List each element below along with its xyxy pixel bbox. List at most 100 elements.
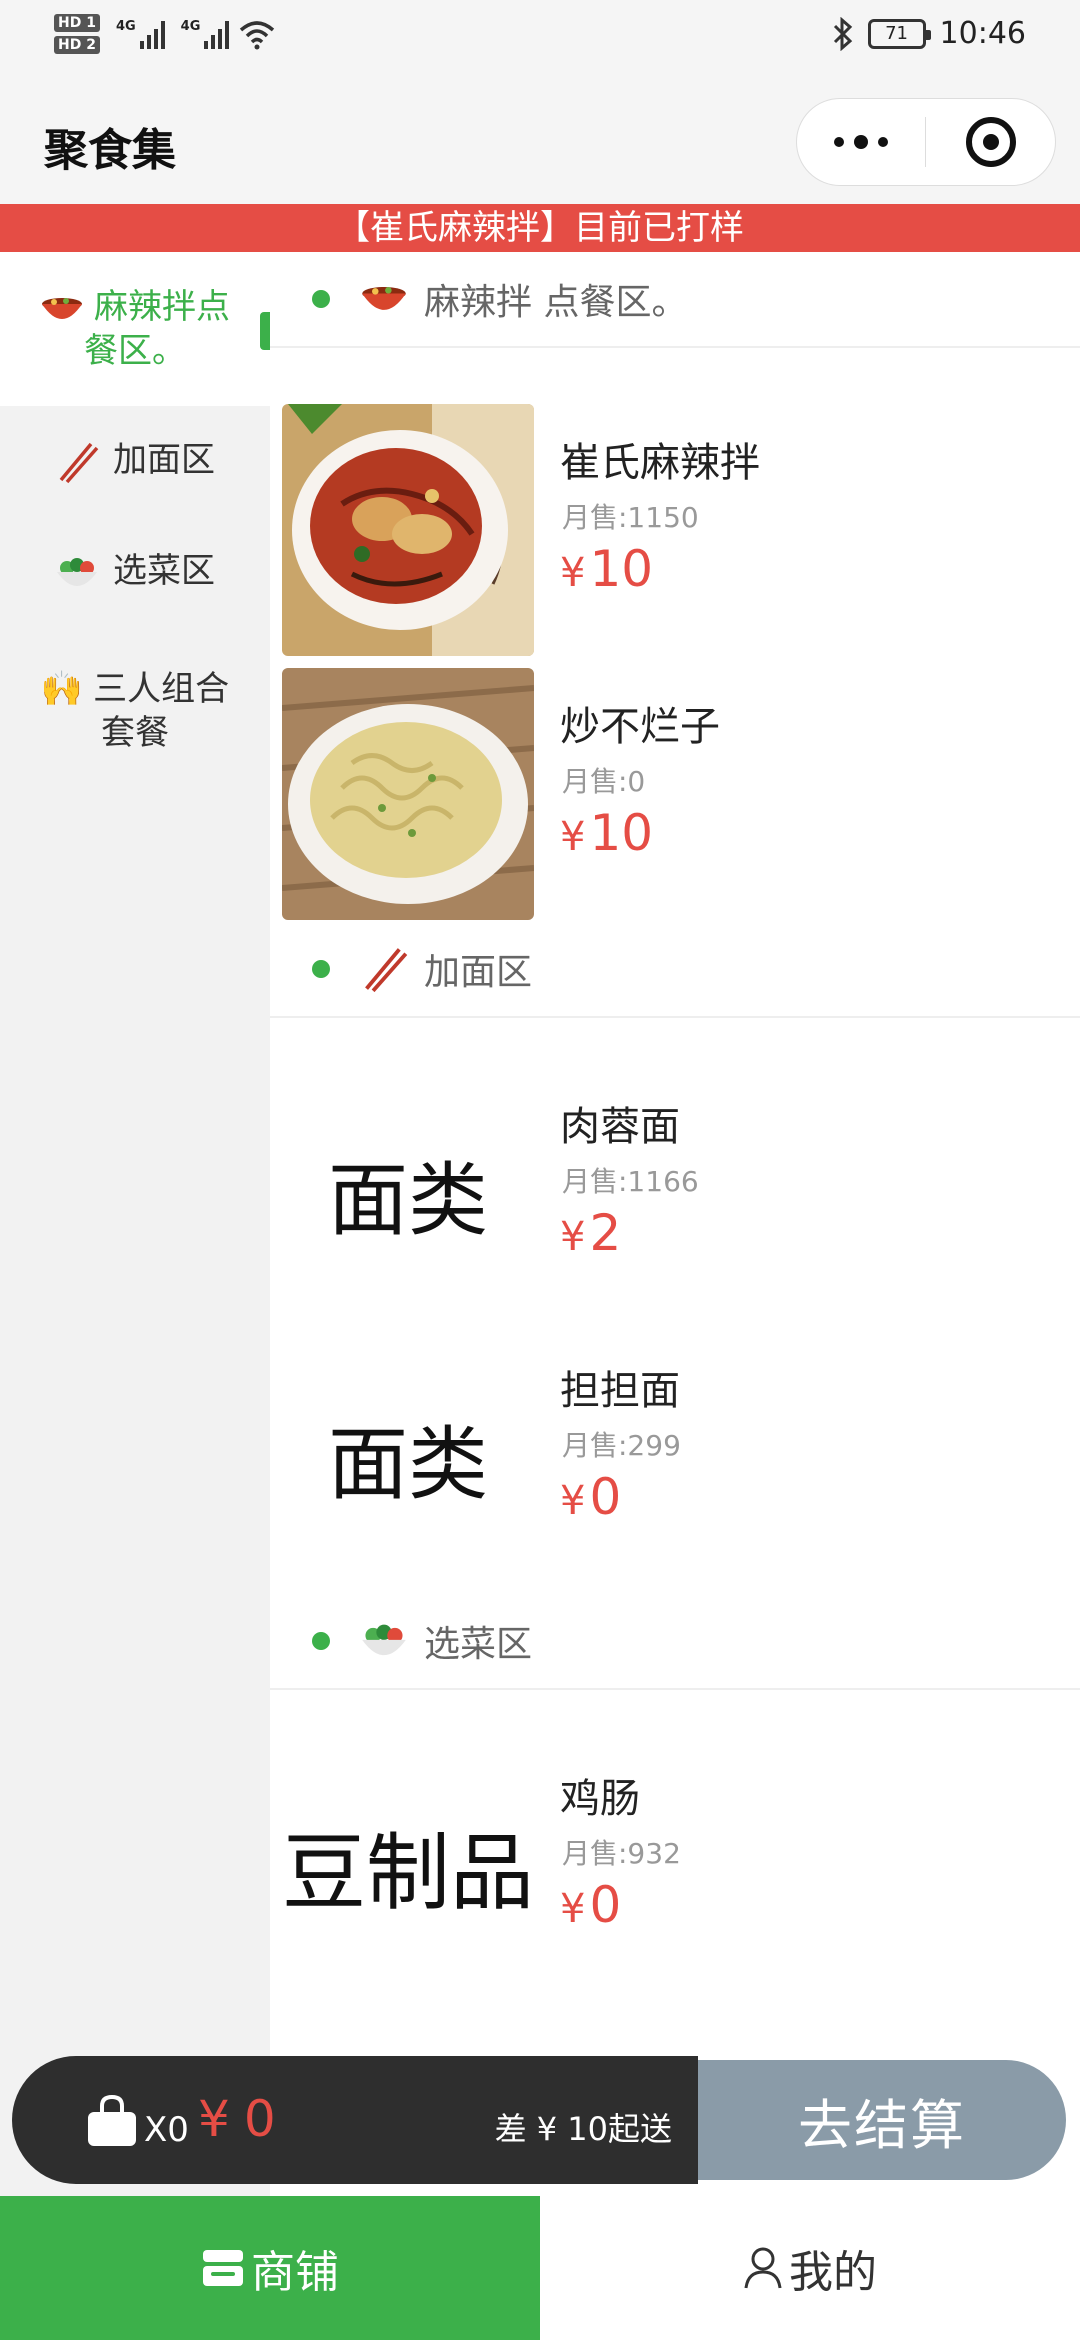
price-value: 2 — [589, 1204, 622, 1262]
product-price: ¥10 — [560, 540, 653, 598]
product-price: ¥0 — [560, 1468, 621, 1526]
close-target-button[interactable] — [926, 99, 1055, 185]
chopsticks-icon — [365, 948, 408, 993]
user-icon — [744, 2247, 782, 2289]
section-dot — [312, 290, 330, 308]
wifi-icon — [240, 21, 275, 50]
section-title: 加面区 — [424, 952, 533, 993]
product-image-placeholder: 面类 — [328, 1154, 488, 1247]
sidebar-item-label: 麻辣拌点餐区。 — [84, 287, 230, 371]
bluetooth-icon — [833, 16, 852, 51]
currency-symbol: ¥ — [560, 1886, 586, 1932]
hotpot-bowl-icon — [362, 287, 406, 310]
section-header-noodles: 加面区 — [270, 922, 1080, 1018]
tab-shop[interactable]: 商铺 — [0, 2196, 540, 2340]
sidebar-item-spicy-mix[interactable]: 麻辣拌点餐区。 — [0, 252, 270, 406]
section-dot — [312, 1632, 330, 1650]
cart-summary[interactable]: X0 ¥0 差 ¥ 10起送 — [12, 2056, 698, 2184]
salad-icon — [57, 557, 97, 586]
hd1-badge: HD 1 — [54, 14, 100, 32]
currency-symbol: ¥ — [560, 814, 586, 860]
min-order-note: 差 ¥ 10起送 — [494, 2110, 672, 2148]
status-right: 71 10:46 — [832, 16, 1026, 51]
shopping-bag-icon — [88, 2094, 136, 2146]
product-monthly-sales: 月售:1166 — [562, 1165, 699, 1198]
signal-bars-icon — [139, 19, 165, 49]
sidebar-item-label: 加面区 — [113, 440, 215, 481]
hd-badges: HD 1 HD 2 — [54, 14, 100, 54]
signal-2: 4G — [181, 19, 230, 49]
section-header-vegetables: 选菜区 — [270, 1594, 1080, 1690]
product-monthly-sales: 月售:932 — [562, 1837, 681, 1870]
battery-icon: 71 — [867, 18, 931, 49]
network-type-1: 4G — [115, 19, 136, 34]
price-value: 10 — [589, 540, 654, 598]
product-item[interactable]: 炒不烂子 月售:0 ¥10 — [270, 664, 1080, 924]
hotpot-bowl-icon — [42, 297, 82, 319]
product-item[interactable]: 豆制品 鸡肠 月售:932 ¥0 — [270, 1736, 1080, 1996]
product-monthly-sales: 月售:1150 — [562, 501, 699, 534]
product-item[interactable]: 崔氏麻辣拌 月售:1150 ¥10 — [270, 400, 1080, 660]
checkout-button[interactable]: 去结算 — [698, 2060, 1066, 2180]
product-name: 担担面 — [560, 1368, 680, 1414]
status-left: HD 1 HD 2 4G 4G — [54, 14, 277, 54]
cart-total: ¥0 — [198, 2090, 276, 2148]
page-title: 聚食集 — [44, 125, 176, 176]
store-icon — [203, 2250, 243, 2286]
sidebar-item-combo[interactable]: 🙌 三人组合套餐 — [0, 626, 270, 796]
product-price: ¥10 — [560, 804, 653, 862]
clock: 10:46 — [939, 16, 1026, 51]
cart-bar: X0 ¥0 差 ¥ 10起送 去结算 — [12, 2056, 1066, 2184]
menu-capsule — [796, 98, 1056, 186]
tab-mine[interactable]: 我的 — [540, 2196, 1080, 2340]
currency-symbol: ¥ — [560, 1478, 586, 1524]
price-value: 0 — [589, 1468, 622, 1526]
more-dots-icon[interactable] — [797, 99, 925, 185]
product-monthly-sales: 月售:299 — [562, 1429, 681, 1462]
section-header-spicy-mix: 麻辣拌 点餐区。 — [270, 252, 1080, 348]
category-sidebar: 麻辣拌点餐区。 加面区 选菜区 🙌 三人组合套餐 — [0, 252, 270, 2340]
currency-symbol: ¥ — [560, 1214, 586, 1260]
tab-label: 商铺 — [251, 2247, 339, 2298]
currency-symbol: ¥ — [198, 2090, 230, 2148]
sidebar-item-noodles[interactable]: 加面区 — [0, 406, 270, 516]
chopsticks-icon — [59, 442, 99, 483]
product-list[interactable]: 麻辣拌 点餐区。 崔氏麻辣拌 月售:1150 ¥10 炒不烂子 月售:0 ¥10… — [270, 252, 1080, 2192]
product-price: ¥2 — [560, 1204, 621, 1262]
hd2-badge: HD 2 — [54, 36, 100, 54]
active-indicator — [260, 312, 270, 350]
sidebar-item-vegetables[interactable]: 选菜区 — [0, 516, 270, 626]
cart-item-count: X0 — [144, 2110, 189, 2150]
product-price: ¥0 — [560, 1876, 621, 1934]
price-value: 0 — [589, 1876, 622, 1934]
product-image-placeholder: 面类 — [328, 1418, 488, 1511]
product-name: 肉蓉面 — [560, 1104, 680, 1150]
mini-program-title-bar: 聚食集 — [0, 76, 1080, 204]
section-title: 麻辣拌 点餐区。 — [424, 282, 688, 323]
product-item[interactable]: 面类 担担面 月售:299 ¥0 — [270, 1328, 1080, 1588]
spicy-mix-dish-photo — [282, 404, 534, 656]
product-monthly-sales: 月售:0 — [562, 765, 646, 798]
product-item[interactable]: 面类 肉蓉面 月售:1166 ¥2 — [270, 1064, 1080, 1324]
bottom-tab-bar: 商铺 我的 — [0, 2196, 1080, 2340]
status-bar: HD 1 HD 2 4G 4G 71 10:46 — [0, 0, 1080, 76]
currency-symbol: ¥ — [560, 550, 586, 596]
price-value: 10 — [589, 804, 654, 862]
tab-label: 我的 — [789, 2247, 877, 2298]
signal-bars-icon — [204, 19, 230, 49]
network-type-2: 4G — [180, 19, 201, 34]
battery-level: 71 — [885, 23, 908, 44]
product-name: 炒不烂子 — [560, 704, 720, 750]
app-root: HD 1 HD 2 4G 4G 71 10:46 聚食集 【崔氏麻辣拌】目前已打… — [0, 0, 1080, 2340]
sidebar-item-label: 三人组合套餐 — [93, 669, 230, 753]
raised-hands-icon: 🙌 — [40, 669, 84, 709]
salad-icon — [362, 1624, 406, 1656]
product-name: 崔氏麻辣拌 — [560, 440, 760, 486]
store-notice-banner: 【崔氏麻辣拌】目前已打样 — [0, 204, 1080, 252]
sidebar-item-label: 选菜区 — [113, 551, 215, 591]
section-dot — [312, 960, 330, 978]
product-name: 鸡肠 — [560, 1776, 640, 1822]
section-title: 选菜区 — [424, 1624, 533, 1665]
product-image-placeholder: 豆制品 — [282, 1823, 535, 1922]
cart-total-value: 0 — [243, 2090, 276, 2148]
